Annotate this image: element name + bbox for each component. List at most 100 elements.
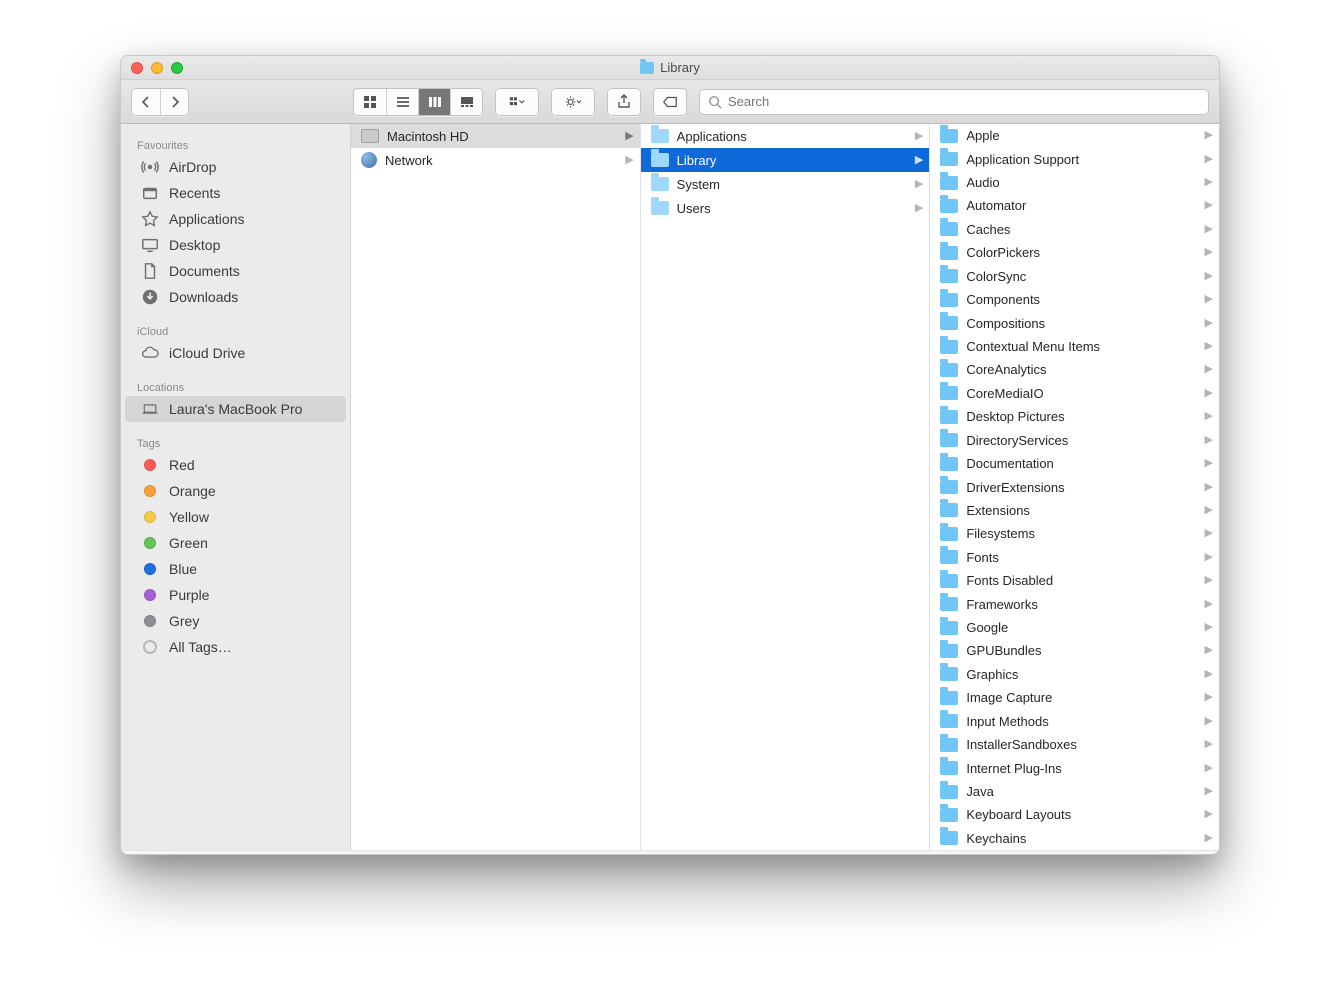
file-row[interactable]: Desktop Pictures▶ — [930, 405, 1219, 428]
file-row[interactable]: Image Capture▶ — [930, 686, 1219, 709]
chevron-right-icon: ▶ — [1205, 200, 1213, 211]
sidebar-item[interactable]: Grey — [125, 608, 346, 634]
file-row[interactable]: Fonts▶ — [930, 546, 1219, 569]
file-row[interactable]: Documentation▶ — [930, 452, 1219, 475]
chevron-right-icon: ▶ — [1205, 364, 1213, 375]
sidebar-item-label: Orange — [169, 483, 216, 499]
sidebar-item[interactable]: Blue — [125, 556, 346, 582]
chevron-right-icon: ▶ — [1205, 645, 1213, 656]
file-row[interactable]: DriverExtensions▶ — [930, 475, 1219, 498]
file-row[interactable]: Application Support▶ — [930, 147, 1219, 170]
icon-view-button[interactable] — [354, 89, 386, 115]
file-row[interactable]: Google▶ — [930, 616, 1219, 639]
chevron-right-icon: ▶ — [1205, 271, 1213, 282]
close-button[interactable] — [131, 62, 143, 74]
action-button[interactable] — [552, 89, 594, 115]
file-row[interactable]: ColorPickers ▶ — [930, 241, 1219, 264]
sidebar-item[interactable]: Yellow — [125, 504, 346, 530]
file-row[interactable]: DirectoryServices▶ — [930, 428, 1219, 451]
file-label: Input Methods — [966, 714, 1196, 729]
minimize-button[interactable] — [151, 62, 163, 74]
file-label: Automator — [966, 198, 1196, 213]
file-row[interactable]: Applications▶ — [641, 124, 930, 148]
sidebar-item[interactable]: Recents — [125, 180, 346, 206]
file-row[interactable]: Fonts Disabled▶ — [930, 569, 1219, 592]
sidebar-item[interactable]: Downloads — [125, 284, 346, 310]
group-icon — [509, 94, 525, 110]
sidebar-item[interactable]: Orange — [125, 478, 346, 504]
file-row[interactable]: Components▶ — [930, 288, 1219, 311]
file-row[interactable]: Keyboard Layouts▶ — [930, 803, 1219, 826]
forward-button[interactable] — [160, 89, 188, 115]
chevron-right-icon: ▶ — [1205, 692, 1213, 703]
folder-icon — [651, 153, 669, 167]
file-row[interactable]: Keychains▶ — [930, 827, 1219, 850]
sidebar-item[interactable]: Red — [125, 452, 346, 478]
sidebar-item[interactable]: iCloud Drive — [125, 340, 346, 366]
group-by-button[interactable] — [496, 89, 538, 115]
file-row[interactable]: Compositions▶ — [930, 311, 1219, 334]
file-row[interactable]: Automator ▶ — [930, 194, 1219, 217]
file-row[interactable]: Audio▶ — [930, 171, 1219, 194]
folder-icon — [940, 808, 958, 822]
file-row[interactable]: Frameworks▶ — [930, 592, 1219, 615]
column[interactable]: Apple▶Application Support▶Audio▶Automato… — [930, 124, 1219, 850]
back-button[interactable] — [132, 89, 160, 115]
sidebar-item[interactable]: AirDrop — [125, 154, 346, 180]
gallery-view-button[interactable] — [450, 89, 482, 115]
tag-dot-icon — [141, 560, 159, 578]
sidebar-item-label: AirDrop — [169, 159, 216, 175]
hard-drive-icon — [361, 129, 379, 143]
column[interactable]: Applications▶Library▶System▶Users▶ — [641, 124, 931, 850]
file-row[interactable]: InstallerSandboxes▶ — [930, 733, 1219, 756]
sidebar-item[interactable]: All Tags… — [125, 634, 346, 660]
file-row[interactable]: System▶ — [641, 172, 930, 196]
file-row[interactable]: Filesystems▶ — [930, 522, 1219, 545]
file-label: DirectoryServices — [966, 433, 1196, 448]
file-row[interactable]: CoreAnalytics▶ — [930, 358, 1219, 381]
zoom-button[interactable] — [171, 62, 183, 74]
file-label: Apple — [966, 128, 1196, 143]
folder-icon — [940, 293, 958, 307]
file-row[interactable]: Network▶ — [351, 148, 640, 172]
chevron-right-icon: ▶ — [1205, 411, 1213, 422]
file-row[interactable]: Macintosh HD▶ — [351, 124, 640, 148]
chevron-right-icon — [167, 94, 183, 110]
sidebar-item[interactable]: Green — [125, 530, 346, 556]
file-row[interactable]: Extensions▶ — [930, 499, 1219, 522]
file-label: ColorSync — [966, 269, 1196, 284]
file-row[interactable]: Contextual Menu Items▶ — [930, 335, 1219, 358]
file-row[interactable]: Input Methods▶ — [930, 710, 1219, 733]
file-row[interactable]: ColorSync ▶ — [930, 265, 1219, 288]
file-row[interactable]: Apple▶ — [930, 124, 1219, 147]
file-label: ColorPickers — [966, 245, 1196, 260]
file-row[interactable]: Graphics▶ — [930, 663, 1219, 686]
file-label: Google — [966, 620, 1196, 635]
sidebar-item[interactable]: Applications — [125, 206, 346, 232]
file-row[interactable]: Caches▶ — [930, 218, 1219, 241]
chevron-right-icon: ▶ — [1205, 247, 1213, 258]
chevron-right-icon: ▶ — [1205, 224, 1213, 235]
sidebar-item[interactable]: Laura's MacBook Pro — [125, 396, 346, 422]
file-row[interactable]: Java▶ — [930, 780, 1219, 803]
sidebar-header: iCloud — [121, 320, 350, 340]
folder-icon — [940, 363, 958, 377]
file-row[interactable]: GPUBundles▶ — [930, 639, 1219, 662]
chevron-right-icon: ▶ — [1205, 177, 1213, 188]
list-view-button[interactable] — [386, 89, 418, 115]
column-view-button[interactable] — [418, 89, 450, 115]
file-row[interactable]: Library▶ — [641, 148, 930, 172]
search-input[interactable] — [699, 89, 1209, 115]
edit-tags-button[interactable] — [654, 89, 686, 115]
file-row[interactable]: CoreMediaIO▶ — [930, 382, 1219, 405]
file-row[interactable]: Users▶ — [641, 196, 930, 220]
share-button[interactable] — [608, 89, 640, 115]
tag-dot-icon — [141, 508, 159, 526]
sidebar-item[interactable]: Purple — [125, 582, 346, 608]
column[interactable]: Macintosh HD▶Network▶ — [351, 124, 641, 850]
file-row[interactable]: Internet Plug-Ins▶ — [930, 756, 1219, 779]
sidebar[interactable]: FavouritesAirDropRecentsApplicationsDesk… — [121, 124, 351, 850]
sidebar-item[interactable]: Documents — [125, 258, 346, 284]
file-label: Application Support — [966, 152, 1196, 167]
sidebar-item[interactable]: Desktop — [125, 232, 346, 258]
